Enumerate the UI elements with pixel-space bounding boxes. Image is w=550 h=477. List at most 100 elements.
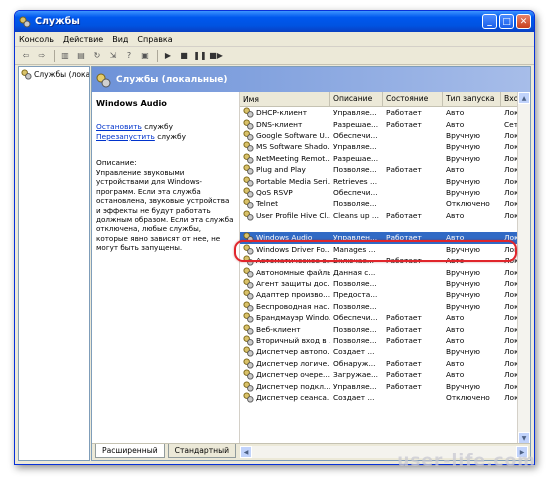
table-row[interactable]: DHCP-клиентУправляе...РаботаетАвтоЛока: [240, 107, 530, 118]
menu-view[interactable]: Вид: [112, 35, 128, 44]
service-gear-icon: [243, 381, 254, 392]
scroll-left-icon[interactable]: ◀: [240, 446, 253, 458]
table-row[interactable]: User Profile Hive Cl... Cleans up ... Рабо…: [240, 210, 530, 221]
show-tree-icon[interactable]: ▥: [58, 49, 72, 63]
table-row[interactable]: Беспроводная нас...Позволяе...ВручнуюЛок…: [240, 301, 530, 312]
cell-startup-type: Вручную: [446, 347, 480, 357]
forward-arrow-icon[interactable]: ⇨: [35, 49, 49, 63]
service-gear-icon: [243, 324, 254, 335]
back-arrow-icon[interactable]: ⇦: [19, 49, 33, 63]
cell-description: Позволяе...: [333, 336, 377, 345]
cell-startup-type: Вручную: [446, 267, 480, 277]
service-gear-icon: [243, 175, 254, 187]
table-row[interactable]: Вторичный вход в ... Позволяе... Работает А…: [240, 335, 530, 346]
service-gear-icon: [243, 164, 254, 175]
cell-description: Загружае...: [333, 370, 378, 380]
tab-standard[interactable]: Стандартный: [167, 444, 237, 458]
scroll-up-icon[interactable]: ▲: [518, 92, 530, 104]
description-text: Управление звуковыми устройствами для Wi…: [96, 168, 234, 253]
table-row[interactable]: NetMeeting Remot...Разрешае...ВручнуюЛок…: [240, 153, 530, 164]
service-gear-icon: [243, 198, 254, 209]
table-row[interactable]: QoS RSVPОбеспечи...ВручнуюЛока: [240, 187, 530, 198]
service-gear-icon: [243, 358, 254, 369]
cell-state: Работает: [386, 108, 422, 118]
table-row[interactable]: TelnetПозволяе...ОтключеноЛока: [240, 198, 530, 209]
service-gear-icon: [243, 392, 254, 403]
cell-name: Агент защиты дос...: [240, 278, 330, 289]
cell-name: Диспетчер очере...: [240, 369, 330, 380]
cell-name: Telnet: [240, 198, 330, 209]
cell-description: Предоста...: [333, 290, 378, 300]
cell-description: Разрешае...: [333, 153, 379, 163]
table-row[interactable]: Plug and PlayПозволяе...РаботаетАвтоЛока: [240, 164, 530, 175]
restart-service-icon[interactable]: ■▶: [209, 49, 223, 63]
start-service-icon[interactable]: ▶: [161, 49, 175, 63]
cell-state: Работает: [386, 313, 422, 323]
table-row[interactable]: Адаптер произво...Предоста...ВручнуюЛока: [240, 289, 530, 300]
console-icon[interactable]: ▣: [138, 49, 152, 63]
table-row[interactable]: Диспетчер очере... Загружае... Работает Авт…: [240, 369, 530, 380]
service-gear-icon: [243, 130, 254, 141]
cell-startup-type: Вручную: [446, 381, 480, 391]
maximize-button[interactable]: □: [499, 14, 514, 29]
table-row[interactable]: DNS-клиент Разрешае... Работает Авто Сете: [240, 118, 530, 130]
tab-extended[interactable]: Расширенный: [95, 444, 165, 458]
cell-description: Retrieves ...: [333, 176, 378, 186]
cell-name: Веб-клиент: [240, 324, 330, 335]
cell-description: Создает ...: [333, 347, 375, 357]
menu-console[interactable]: Консоль: [19, 35, 54, 44]
refresh-icon[interactable]: ↻: [90, 49, 104, 63]
menu-bar: Консоль Действие Вид Справка: [15, 32, 534, 47]
minimize-button[interactable]: _: [482, 14, 497, 29]
cell-description: Позволяе...: [333, 324, 377, 334]
cell-description: Позволяе...: [333, 165, 377, 175]
menu-action[interactable]: Действие: [63, 35, 103, 44]
services-list: Имя Описание Состояние Тип запуска Вход …: [239, 92, 530, 444]
tree-node-services[interactable]: Службы (лока: [19, 67, 89, 82]
table-row[interactable]: [240, 221, 530, 232]
tree-node-label: Службы (лока: [34, 70, 90, 79]
title-bar[interactable]: Службы _ □ ✕: [15, 11, 534, 32]
table-row[interactable]: Агент защиты дос...Позволяе...ВручнуюЛок…: [240, 278, 530, 289]
table-row[interactable]: Диспетчер логиче... Обнаруж... Работает Авт…: [240, 358, 530, 369]
cell-description: Позволяе...: [333, 199, 377, 209]
help-icon[interactable]: ?: [122, 49, 136, 63]
table-row[interactable]: Google Software U... Обеспечи... Вручную Ло…: [240, 130, 530, 141]
cell-name: Диспетчер подкл...: [240, 381, 330, 392]
restart-service-link[interactable]: Перезапустить: [96, 132, 155, 141]
cell-description: Обнаруж...: [333, 358, 376, 368]
service-gear-icon: [243, 107, 254, 118]
export-list-icon[interactable]: ⇲: [106, 49, 120, 63]
pause-service-icon[interactable]: ❚❚: [193, 49, 207, 63]
cell-name: Адаптер произво...: [240, 289, 330, 300]
table-row[interactable]: Portable Media Seri... Retrieves ... Вручн…: [240, 175, 530, 187]
column-name[interactable]: Имя: [240, 92, 330, 106]
table-row[interactable]: MS Software Shado... Управляе... Вручную Ло…: [240, 141, 530, 152]
menu-help[interactable]: Справка: [137, 35, 172, 44]
cell-name: User Profile Hive Cl...: [240, 210, 330, 221]
service-gear-icon: [243, 267, 254, 278]
table-row[interactable]: Автономные файлыДанная с...ВручнуюЛока: [240, 266, 530, 278]
cell-state: Работает: [386, 381, 422, 391]
cell-startup-type: Вручную: [446, 301, 480, 311]
column-state[interactable]: Состояние: [383, 92, 443, 106]
table-row[interactable]: Веб-клиентПозволяе...РаботаетАвтоЛока: [240, 323, 530, 335]
toolbar-separator: [157, 49, 158, 62]
table-row[interactable]: Диспетчер сеанса... Создает ... Отключено Л…: [240, 392, 530, 403]
table-row[interactable]: Брандмауэр Windo... Обеспечи... Работает Ав…: [240, 312, 530, 323]
cell-startup-type: Авто: [446, 210, 465, 220]
stop-service-icon[interactable]: ■: [177, 49, 191, 63]
table-row[interactable]: Диспетчер автопо...Создает ...ВручнуюЛок…: [240, 346, 530, 357]
column-startup-type[interactable]: Тип запуска: [443, 92, 501, 106]
close-button[interactable]: ✕: [516, 14, 531, 29]
stop-service-link[interactable]: Остановить: [96, 122, 142, 131]
cell-state: Работает: [386, 324, 422, 334]
properties-icon[interactable]: ▤: [74, 49, 88, 63]
vertical-scrollbar[interactable]: ▲ ▼: [517, 92, 530, 444]
column-description[interactable]: Описание: [330, 92, 383, 106]
service-gear-icon: [243, 289, 254, 300]
cell-name: Брандмауэр Windo...: [240, 312, 330, 323]
table-row[interactable]: Диспетчер подкл... Управляе... Работает Вру…: [240, 380, 530, 392]
toolbar-separator: [54, 49, 55, 62]
cell-startup-type: Вручную: [446, 187, 480, 197]
